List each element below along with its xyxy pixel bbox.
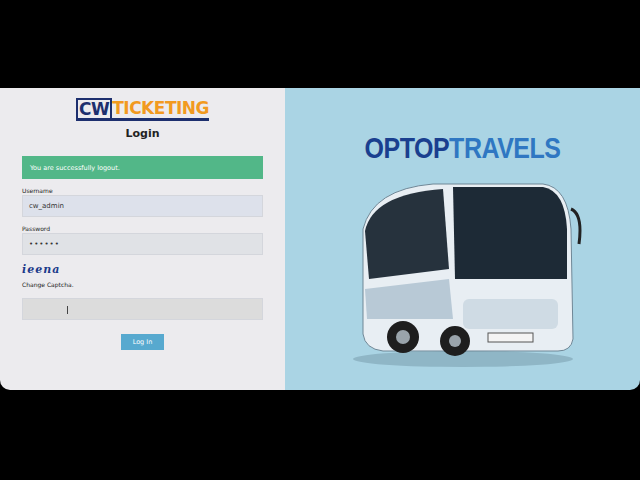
captcha-input[interactable]: [22, 298, 263, 320]
field-label: Password: [22, 225, 263, 232]
success-alert: You are successfully logout.: [22, 156, 263, 179]
text-input[interactable]: ••••••: [22, 233, 263, 255]
login-panel: CWTICKETING Login You are successfully log…: [0, 88, 285, 390]
logo: CWTICKETING: [76, 98, 209, 121]
field-label: Username: [22, 187, 263, 194]
logo-suffix: TICKETING: [112, 99, 209, 121]
text-input[interactable]: cw_admin: [22, 195, 263, 217]
form-field: Password••••••: [22, 225, 263, 255]
top-band: [0, 0, 640, 88]
screen: CWTICKETING Login You are successfully log…: [0, 0, 640, 480]
login-button[interactable]: Log In: [121, 334, 165, 350]
change-captcha-link[interactable]: Change Captcha.: [22, 281, 263, 288]
brand-title: OPTOPTRAVELS: [365, 132, 561, 165]
text-cursor-icon: [67, 306, 68, 314]
logo-prefix: CW: [76, 98, 112, 121]
form-field: Usernamecw_admin: [22, 187, 263, 217]
captcha-image: ieena: [22, 263, 263, 276]
login-title: Login: [125, 127, 159, 140]
bus-icon: [343, 169, 583, 369]
login-page: CWTICKETING Login You are successfully log…: [0, 88, 640, 390]
brand-panel: OPTOPTRAVELS: [285, 88, 640, 390]
